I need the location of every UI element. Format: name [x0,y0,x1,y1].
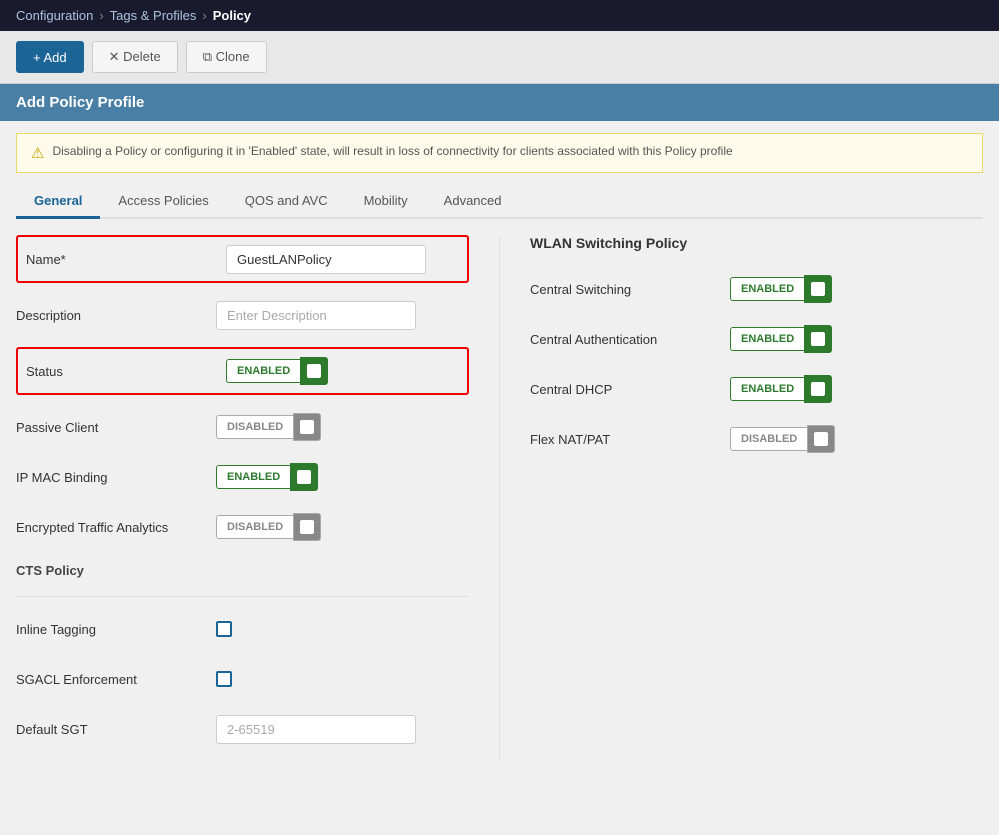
ip-mac-toggle[interactable]: ENABLED [216,463,318,491]
inline-tagging-checkbox[interactable] [216,621,232,637]
central-dhcp-row: Central DHCP ENABLED [530,371,983,407]
description-label: Description [16,308,216,323]
central-dhcp-toggle-dot [811,382,825,396]
name-row: Name* [26,241,459,277]
name-row-bordered: Name* [16,235,469,283]
ip-mac-row: IP MAC Binding ENABLED [16,459,469,495]
flex-nat-toggle-dot [814,432,828,446]
central-switching-toggle-label: ENABLED [730,277,804,301]
central-auth-toggle-switch[interactable] [804,325,832,353]
ip-mac-toggle-switch[interactable] [290,463,318,491]
enc-traffic-toggle-switch[interactable] [293,513,321,541]
right-section: WLAN Switching Policy Central Switching … [499,235,983,761]
name-label: Name* [26,252,226,267]
cts-section-header: CTS Policy [16,563,469,584]
alert-banner: ⚠ Disabling a Policy or configuring it i… [16,133,983,173]
flex-nat-toggle[interactable]: DISABLED [730,425,835,453]
central-dhcp-toggle-label: ENABLED [730,377,804,401]
status-toggle[interactable]: ENABLED [226,357,328,385]
nav-current: Policy [213,8,251,23]
top-nav: Configuration › Tags & Profiles › Policy [0,0,999,31]
central-auth-toggle[interactable]: ENABLED [730,325,832,353]
flex-nat-toggle-label: DISABLED [730,427,807,451]
central-switching-toggle-switch[interactable] [804,275,832,303]
central-dhcp-label: Central DHCP [530,382,730,397]
enc-traffic-row: Encrypted Traffic Analytics DISABLED [16,509,469,545]
passive-client-toggle[interactable]: DISABLED [216,413,321,441]
ip-mac-label: IP MAC Binding [16,470,216,485]
passive-client-toggle-dot [300,420,314,434]
central-auth-toggle-dot [811,332,825,346]
default-sgt-input[interactable] [216,715,416,744]
tab-advanced[interactable]: Advanced [426,185,520,219]
central-auth-label: Central Authentication [530,332,730,347]
central-switching-row: Central Switching ENABLED [530,271,983,307]
form-title-bar: Add Policy Profile [0,84,999,121]
nav-tags-profiles[interactable]: Tags & Profiles [110,8,197,23]
central-auth-row: Central Authentication ENABLED [530,321,983,357]
central-auth-toggle-label: ENABLED [730,327,804,351]
tab-mobility[interactable]: Mobility [346,185,426,219]
status-row: Status ENABLED [26,353,459,389]
nav-sep-2: › [202,8,206,23]
description-row: Description [16,297,469,333]
passive-client-label: Passive Client [16,420,216,435]
form-content: Name* Description Status ENABLED [0,219,999,777]
sgacl-checkbox[interactable] [216,671,232,687]
enc-traffic-toggle[interactable]: DISABLED [216,513,321,541]
alert-message: Disabling a Policy or configuring it in … [52,144,732,158]
central-dhcp-toggle[interactable]: ENABLED [730,375,832,403]
status-label: Status [26,364,226,379]
status-row-bordered: Status ENABLED [16,347,469,395]
central-switching-label: Central Switching [530,282,730,297]
default-sgt-label: Default SGT [16,722,216,737]
passive-client-toggle-label: DISABLED [216,415,293,439]
central-switching-toggle[interactable]: ENABLED [730,275,832,303]
central-dhcp-toggle-switch[interactable] [804,375,832,403]
ip-mac-toggle-label: ENABLED [216,465,290,489]
tab-general[interactable]: General [16,185,100,219]
passive-client-toggle-switch[interactable] [293,413,321,441]
sgacl-label: SGACL Enforcement [16,672,216,687]
delete-button[interactable]: ✕ Delete [92,41,178,73]
flex-nat-toggle-switch[interactable] [807,425,835,453]
add-button[interactable]: + Add [16,41,84,73]
central-switching-toggle-dot [811,282,825,296]
name-input[interactable] [226,245,426,274]
inline-tagging-row: Inline Tagging [16,611,469,647]
alert-icon: ⚠ [31,144,44,162]
flex-nat-row: Flex NAT/PAT DISABLED [530,421,983,457]
form-title: Add Policy Profile [16,94,144,111]
ip-mac-toggle-dot [297,470,311,484]
clone-button[interactable]: ⧉ Clone [186,41,267,73]
nav-configuration[interactable]: Configuration [16,8,93,23]
default-sgt-row: Default SGT [16,711,469,747]
tab-access-policies[interactable]: Access Policies [100,185,226,219]
enc-traffic-toggle-dot [300,520,314,534]
flex-nat-label: Flex NAT/PAT [530,432,730,447]
passive-client-row: Passive Client DISABLED [16,409,469,445]
description-input[interactable] [216,301,416,330]
wlan-switching-title: WLAN Switching Policy [530,235,983,255]
status-toggle-label: ENABLED [226,359,300,383]
left-section: Name* Description Status ENABLED [16,235,499,761]
status-toggle-dot [307,364,321,378]
tab-qos-avc[interactable]: QOS and AVC [227,185,346,219]
status-toggle-switch[interactable] [300,357,328,385]
nav-sep-1: › [99,8,103,23]
sgacl-row: SGACL Enforcement [16,661,469,697]
inline-tagging-label: Inline Tagging [16,622,216,637]
enc-traffic-toggle-label: DISABLED [216,515,293,539]
toolbar: + Add ✕ Delete ⧉ Clone [0,31,999,84]
tabs: General Access Policies QOS and AVC Mobi… [16,185,983,219]
cts-divider [16,596,469,597]
enc-traffic-label: Encrypted Traffic Analytics [16,520,216,535]
